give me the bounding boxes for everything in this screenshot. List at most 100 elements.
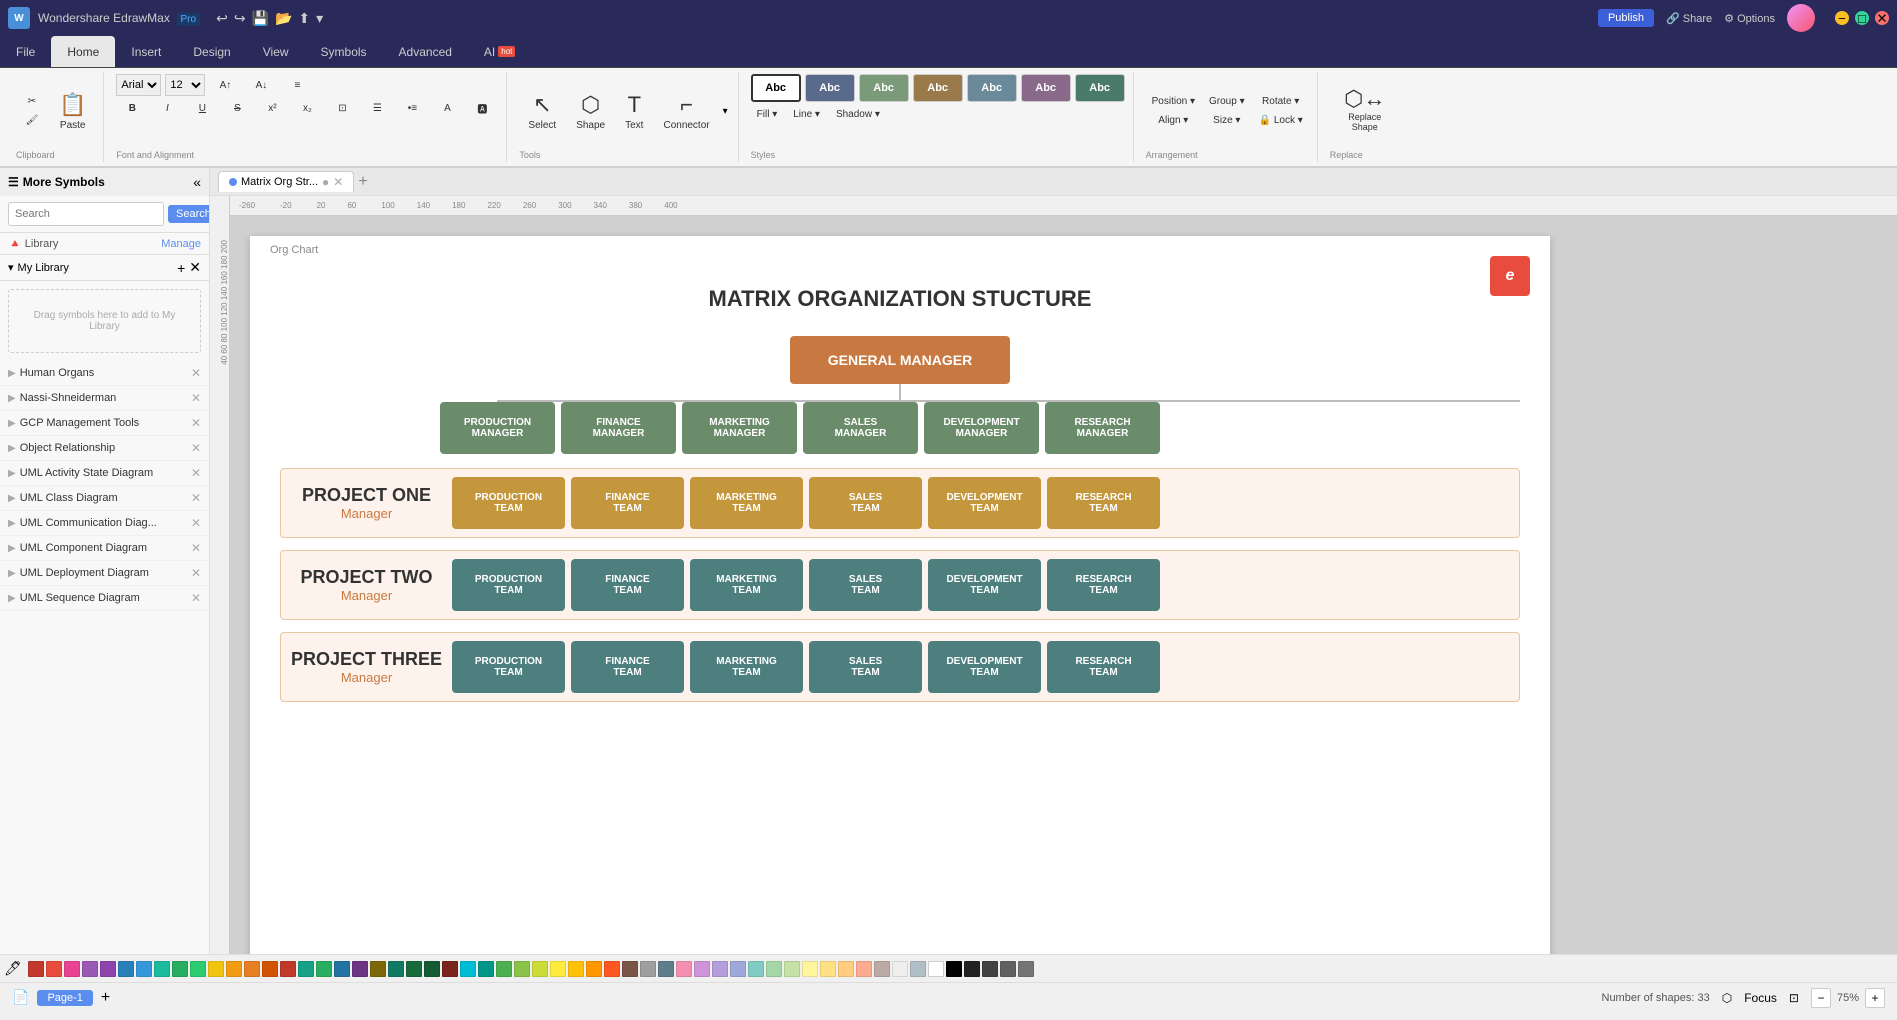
color-swatch[interactable] [766,961,782,977]
save-btn[interactable]: 💾 [252,10,269,27]
align-arrange-btn[interactable]: Align ▾ [1146,112,1201,129]
win-close[interactable]: ✕ [1875,11,1889,25]
style-box-4[interactable]: Abc [913,74,963,102]
color-swatch[interactable] [568,961,584,977]
menu-tab-view[interactable]: View [247,36,305,67]
color-swatch[interactable] [136,961,152,977]
p2-mkt-team[interactable]: MARKETINGTEAM [690,559,803,611]
color-swatch[interactable] [64,961,80,977]
color-swatch[interactable] [154,961,170,977]
color-swatch[interactable] [496,961,512,977]
zoom-out-btn[interactable]: − [1811,988,1831,1008]
color-swatch[interactable] [712,961,728,977]
color-swatch[interactable] [406,961,422,977]
color-swatch[interactable] [82,961,98,977]
p2-fin-team[interactable]: FINANCETEAM [571,559,684,611]
p1-sales-team[interactable]: SALESTEAM [809,477,922,529]
select-btn[interactable]: ↖ Select [519,76,565,146]
color-swatch[interactable] [532,961,548,977]
win-max[interactable]: □ [1855,11,1869,25]
p2-sales-team[interactable]: SALESTEAM [809,559,922,611]
group-btn[interactable]: Group ▾ [1203,93,1251,110]
page-icon-btn[interactable]: 📄 [12,989,29,1006]
connector-btn[interactable]: ⌐ Connector [654,76,718,146]
sales-manager-box[interactable]: SALESMANAGER [803,402,918,454]
canvas-scroll[interactable]: -260 -20 20 60 100 140 180 220 260 300 3… [230,196,1897,954]
menu-tab-insert[interactable]: Insert [115,36,177,67]
style-box-3[interactable]: Abc [859,74,909,102]
color-swatch[interactable] [838,961,854,977]
search-input[interactable] [8,202,164,226]
color-swatch[interactable] [1000,961,1016,977]
close-library-btn[interactable]: ✕ [189,259,201,276]
color-swatch[interactable] [244,961,260,977]
color-swatch[interactable] [208,961,224,977]
underline-btn[interactable]: U [186,101,218,116]
prod-manager-box[interactable]: PRODUCTIONMANAGER [440,402,555,454]
font-family-select[interactable]: Arial [116,74,161,96]
color-swatch[interactable] [622,961,638,977]
bullet-btn[interactable]: •≡ [396,101,428,116]
add-tab-btn[interactable]: + [358,173,367,191]
color-swatch[interactable] [442,961,458,977]
sidebar-collapse-btn[interactable]: « [193,174,201,190]
p1-fin-team[interactable]: FINANCETEAM [571,477,684,529]
color-swatch[interactable] [478,961,494,977]
color-swatch[interactable] [640,961,656,977]
color-swatch[interactable] [784,961,800,977]
color-swatch[interactable] [730,961,746,977]
font-size-select[interactable]: 12 [165,74,205,96]
p1-mkt-team[interactable]: MARKETINGTEAM [690,477,803,529]
library-item-uml-comm[interactable]: ▶ UML Communication Diag... ✕ [0,511,209,536]
library-item-nassi[interactable]: ▶ Nassi-Shneiderman ✕ [0,386,209,411]
page-tab[interactable]: Page-1 [37,990,92,1006]
color-swatch[interactable] [190,961,206,977]
style-box-1[interactable]: Abc [751,74,801,102]
color-swatch[interactable] [1018,961,1034,977]
superscript-btn[interactable]: x² [256,101,288,116]
dev-manager-box[interactable]: DEVELOPMENTMANAGER [924,402,1039,454]
color-swatch[interactable] [658,961,674,977]
layer-btn[interactable]: ⬡ [1722,991,1732,1005]
menu-tab-design[interactable]: Design [177,36,246,67]
canvas-tab[interactable]: Matrix Org Str... ● ✕ [218,171,354,192]
line-btn[interactable]: Line ▾ [787,106,826,123]
menu-tab-symbols[interactable]: Symbols [305,36,383,67]
style-box-5[interactable]: Abc [967,74,1017,102]
color-swatch[interactable] [802,961,818,977]
p1-res-team[interactable]: RESEARCHTEAM [1047,477,1160,529]
more-btn[interactable]: ▾ [316,10,323,27]
p3-sales-team[interactable]: SALESTEAM [809,641,922,693]
color-swatch[interactable] [694,961,710,977]
win-min[interactable]: − [1835,11,1849,25]
p1-dev-team[interactable]: DEVELOPMENTTEAM [928,477,1041,529]
color-swatch[interactable] [676,961,692,977]
color-swatch[interactable] [28,961,44,977]
p3-fin-team[interactable]: FINANCETEAM [571,641,684,693]
color-swatch[interactable] [118,961,134,977]
color-swatch[interactable] [334,961,350,977]
color-swatch[interactable] [946,961,962,977]
library-item-uml-class[interactable]: ▶ UML Class Diagram ✕ [0,486,209,511]
font-grow-btn[interactable]: A↑ [209,78,241,93]
color-swatch[interactable] [892,961,908,977]
subscript-btn[interactable]: x₂ [291,101,323,116]
focus-btn[interactable]: Focus [1744,991,1777,1005]
library-item-uml-deploy[interactable]: ▶ UML Deployment Diagram ✕ [0,561,209,586]
lock-btn[interactable]: 🔒 Lock ▾ [1253,112,1309,129]
color-swatch[interactable] [172,961,188,977]
style-box-6[interactable]: Abc [1021,74,1071,102]
color-swatch[interactable] [604,961,620,977]
textfit-btn[interactable]: ⊡ [326,101,358,116]
p3-prod-team[interactable]: PRODUCTIONTEAM [452,641,565,693]
color-swatch[interactable] [226,961,242,977]
undo-btn[interactable]: ↩ [216,10,228,27]
res-manager-box[interactable]: RESEARCHMANAGER [1045,402,1160,454]
fill-btn[interactable]: Fill ▾ [751,106,784,123]
p3-dev-team[interactable]: DEVELOPMENTTEAM [928,641,1041,693]
paste-btn[interactable]: 📋Paste [50,76,95,146]
menu-tab-file[interactable]: File [0,36,51,67]
p2-dev-team[interactable]: DEVELOPMENTTEAM [928,559,1041,611]
search-btn[interactable]: Search [168,205,210,223]
fit-page-btn[interactable]: ⊡ [1789,991,1799,1005]
